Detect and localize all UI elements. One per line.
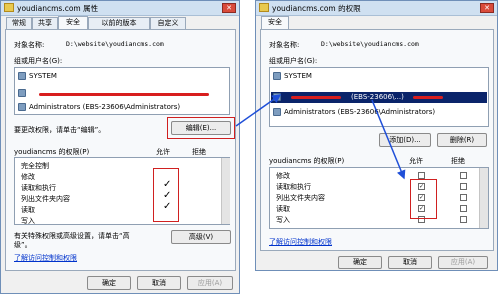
perm-write: 写入 — [276, 216, 290, 224]
selected-user-tail: (EBS-23606\...) — [351, 93, 404, 101]
user-item-system[interactable]: SYSTEM — [284, 72, 312, 80]
learn-link[interactable]: 了解访问控制和权限 — [269, 237, 332, 247]
tab-customize[interactable]: 自定义 — [150, 17, 186, 29]
permissions-header: youdiancms 的权限(P) — [14, 148, 90, 156]
perm-list-folder: 列出文件夹内容 — [21, 195, 70, 203]
tab-sharing[interactable]: 共享 — [32, 17, 58, 29]
perm-read: 读取 — [276, 205, 290, 213]
perm-read-execute: 读取和执行 — [21, 184, 56, 192]
special-hint-line2: 级”。 — [14, 241, 32, 249]
permissions-header: youdiancms 的权限(P) — [269, 157, 345, 165]
perm-list-folder: 列出文件夹内容 — [276, 194, 325, 202]
title-bar: youdiancms.com 的权限 ✕ — [256, 1, 497, 16]
permissions-list: 完全控制 修改 读取和执行 列出文件夹内容 读取 写入 ✓ ✓ ✓ — [14, 157, 230, 225]
close-button[interactable]: ✕ — [480, 3, 494, 13]
advanced-button[interactable]: 高级(V) — [171, 230, 231, 244]
tab-general[interactable]: 常规 — [6, 17, 32, 29]
allow-modify-checkbox[interactable] — [418, 172, 425, 179]
security-panel: 对象名称: D:\website\youdiancms.com 组或用户名(G)… — [260, 29, 494, 251]
perm-modify: 修改 — [21, 173, 35, 181]
perm-full-control: 完全控制 — [21, 162, 49, 170]
user-group-icon — [273, 108, 281, 116]
title-bar: youdiancms.com 属性 ✕ — [1, 1, 239, 16]
properties-window: youdiancms.com 属性 ✕ 常规 共享 安全 以前的版本 自定义 对… — [0, 0, 240, 294]
selected-user-row[interactable]: (EBS-23606\...) — [271, 92, 487, 103]
redacted-user — [413, 96, 443, 99]
permissions-scrollbar[interactable] — [479, 168, 488, 228]
group-label: 组或用户名(G): — [269, 57, 318, 65]
apply-button[interactable]: 应用(A) — [187, 276, 233, 290]
allow-highlight — [153, 168, 179, 222]
window-title: youdiancms.com 属性 — [17, 4, 99, 13]
user-icon — [18, 89, 26, 97]
allow-header: 允许 — [409, 157, 423, 165]
deny-header: 拒绝 — [192, 148, 206, 156]
allow-header: 允许 — [156, 148, 170, 156]
remove-button[interactable]: 删除(R) — [437, 133, 487, 147]
add-button[interactable]: 添加(D)... — [379, 133, 431, 147]
perm-read-execute: 读取和执行 — [276, 183, 311, 191]
folder-icon — [259, 3, 269, 12]
group-label: 组或用户名(G): — [14, 57, 63, 65]
user-list[interactable]: SYSTEM (EBS-23606\...) Administrators (E… — [269, 67, 489, 127]
security-panel: 对象名称: D:\website\youdiancms.com 组或用户名(G)… — [5, 29, 236, 271]
user-item-administrators[interactable]: Administrators (EBS-23606\Administrators… — [284, 108, 435, 116]
object-name-value: D:\website\youdiancms.com — [66, 40, 164, 48]
allow-highlight — [410, 179, 437, 219]
deny-read-execute-checkbox[interactable] — [460, 183, 467, 190]
object-name-label: 对象名称: — [14, 41, 45, 49]
object-name-value: D:\website\youdiancms.com — [321, 40, 419, 48]
deny-list-folder-checkbox[interactable] — [460, 194, 467, 201]
permissions-window: youdiancms.com 的权限 ✕ 安全 对象名称: D:\website… — [255, 0, 498, 271]
edit-highlight — [167, 117, 235, 139]
perm-modify: 修改 — [276, 172, 290, 180]
apply-button[interactable]: 应用(A) — [438, 256, 488, 269]
deny-write-checkbox[interactable] — [460, 216, 467, 223]
user-group-icon — [18, 72, 26, 80]
close-button[interactable]: ✕ — [222, 3, 236, 13]
window-title: youdiancms.com 的权限 — [272, 4, 361, 13]
tab-previous-versions[interactable]: 以前的版本 — [88, 17, 150, 29]
user-icon — [273, 93, 281, 101]
cancel-button[interactable]: 取消 — [388, 256, 432, 269]
learn-link[interactable]: 了解访问控制和权限 — [14, 253, 77, 263]
change-hint: 要更改权限，请单击“编辑”。 — [14, 126, 106, 134]
tab-security[interactable]: 安全 — [261, 16, 289, 30]
deny-modify-checkbox[interactable] — [460, 172, 467, 179]
user-item-system[interactable]: SYSTEM — [29, 72, 57, 80]
ok-button[interactable]: 确定 — [338, 256, 382, 269]
user-item-administrators[interactable]: Administrators (EBS-23606\Administrators… — [29, 103, 180, 111]
perm-read: 读取 — [21, 206, 35, 214]
user-group-icon — [18, 103, 26, 111]
user-group-icon — [273, 72, 281, 80]
object-name-label: 对象名称: — [269, 41, 300, 49]
user-list[interactable]: SYSTEM Administrators (EBS-23606\Adminis… — [14, 67, 230, 115]
permissions-list: 修改 读取和执行 列出文件夹内容 读取 写入 ✓ ✓ ✓ — [269, 167, 489, 229]
deny-read-checkbox[interactable] — [460, 205, 467, 212]
permissions-scrollbar[interactable] — [221, 158, 230, 224]
deny-header: 拒绝 — [451, 157, 465, 165]
folder-icon — [4, 3, 14, 12]
perm-write: 写入 — [21, 217, 35, 225]
ok-button[interactable]: 确定 — [87, 276, 131, 290]
redacted-user — [39, 93, 209, 96]
cancel-button[interactable]: 取消 — [137, 276, 181, 290]
tab-security[interactable]: 安全 — [58, 16, 88, 30]
redacted-user — [291, 96, 341, 99]
